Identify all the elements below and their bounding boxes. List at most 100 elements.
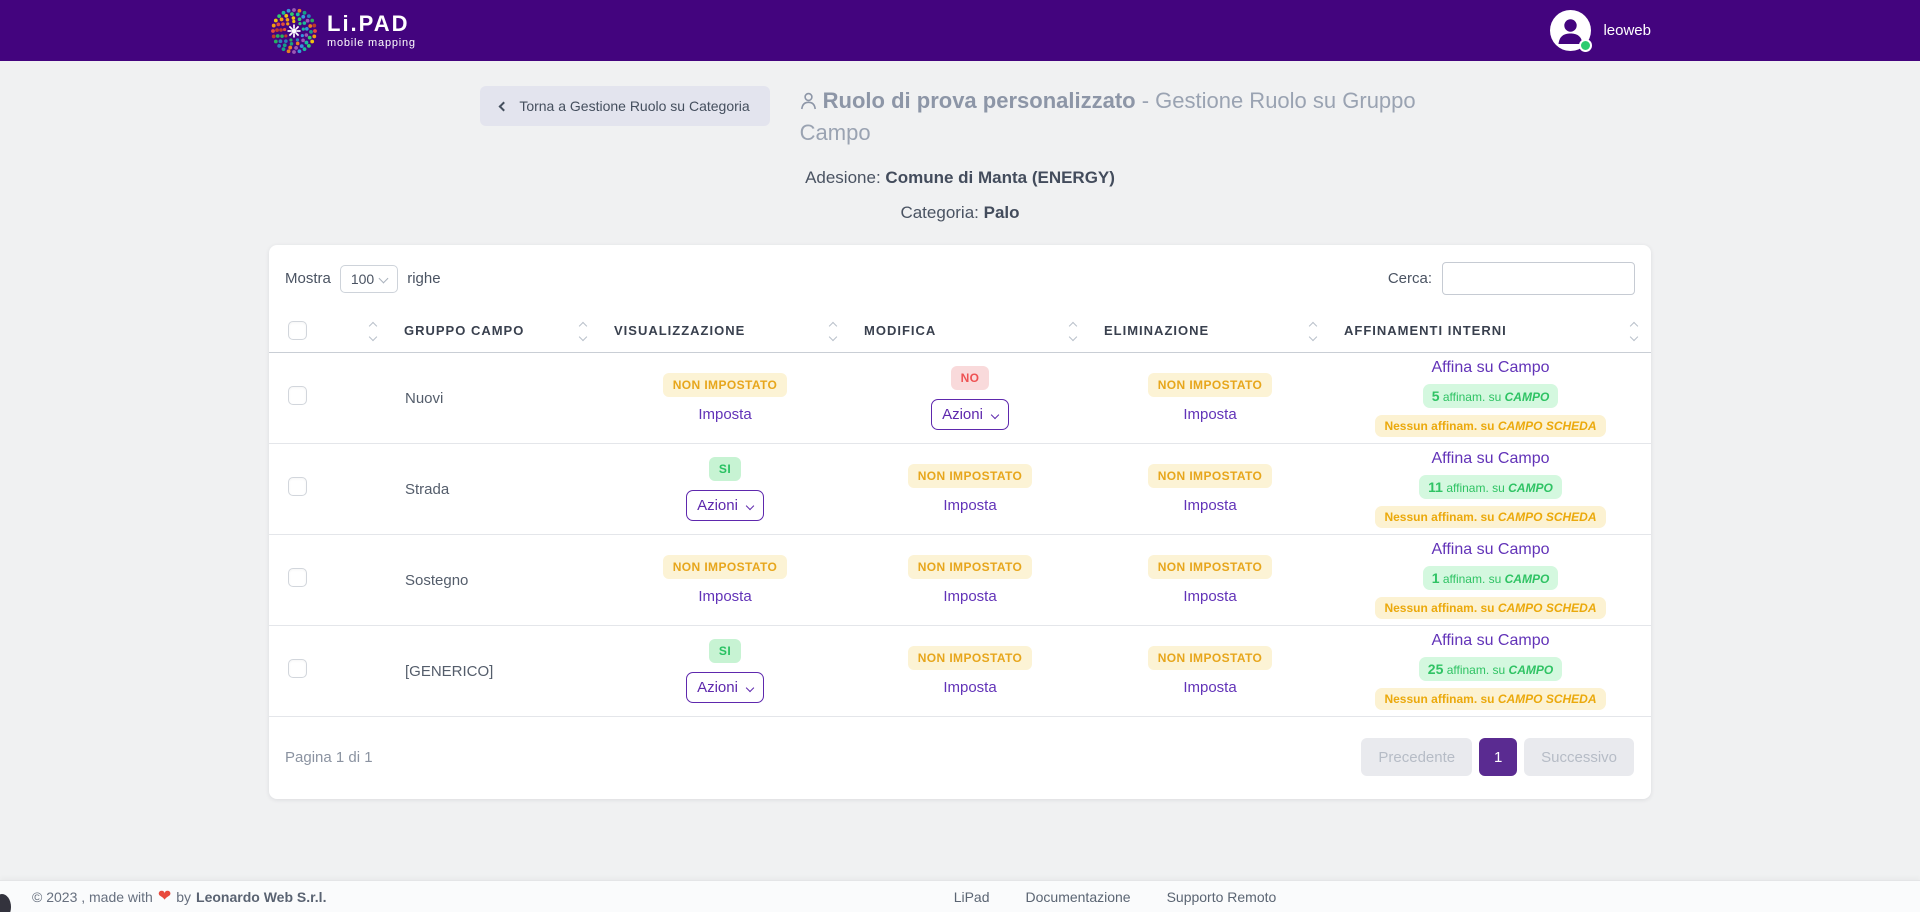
- page-title-row: Torna a Gestione Ruolo su Categoria Ruol…: [0, 86, 1920, 147]
- imposta-link[interactable]: Imposta: [1183, 497, 1236, 514]
- lipad-logo-icon: [269, 6, 319, 56]
- visualizzazione-badge: SI: [709, 639, 741, 663]
- modifica-badge: NON IMPOSTATO: [908, 555, 1033, 579]
- footer-link-supporto-remoto[interactable]: Supporto Remoto: [1167, 889, 1277, 905]
- row-checkbox[interactable]: [288, 659, 307, 678]
- footer-link-lipad[interactable]: LiPad: [954, 889, 990, 905]
- campo-scheda-badge: Nessun affinam. su CAMPO SCHEDA: [1375, 415, 1605, 437]
- footer-links: LiPad Documentazione Supporto Remoto: [954, 889, 1277, 905]
- gruppo-campo-name: Strada: [390, 444, 600, 535]
- imposta-link[interactable]: Imposta: [1183, 679, 1236, 696]
- imposta-link[interactable]: Imposta: [943, 588, 996, 605]
- sort-control[interactable]: [1070, 321, 1076, 340]
- gruppo-campo-name: Nuovi: [390, 353, 600, 444]
- footer-link-documentazione[interactable]: Documentazione: [1026, 889, 1131, 905]
- affina-su-campo-link[interactable]: Affina su Campo: [1432, 450, 1550, 468]
- imposta-link[interactable]: Imposta: [1183, 588, 1236, 605]
- table-row: Nuovi NON IMPOSTATO Imposta NO Azioni NO…: [269, 353, 1651, 444]
- show-label: Mostra: [285, 270, 331, 287]
- categoria-line: Categoria: Palo: [0, 203, 1920, 223]
- page-info: Pagina 1 di 1: [285, 749, 373, 766]
- row-checkbox[interactable]: [288, 568, 307, 587]
- row-checkbox[interactable]: [288, 477, 307, 496]
- campo-count-badge: 5 affinam. su CAMPO: [1423, 384, 1559, 408]
- imposta-link[interactable]: Imposta: [698, 588, 751, 605]
- imposta-link[interactable]: Imposta: [1183, 406, 1236, 423]
- sort-control[interactable]: [1310, 321, 1316, 340]
- affina-su-campo-link[interactable]: Affina su Campo: [1432, 359, 1550, 377]
- azioni-select[interactable]: Azioni: [686, 672, 764, 703]
- lipad-logo[interactable]: Li.PAD mobile mapping: [269, 6, 416, 56]
- company-name: Leonardo Web S.r.l.: [196, 889, 326, 905]
- rows-per-page-select[interactable]: 100: [340, 265, 398, 293]
- page-title: Ruolo di prova personalizzato - Gestione…: [800, 86, 1440, 147]
- visualizzazione-badge: SI: [709, 457, 741, 481]
- username: leoweb: [1603, 22, 1651, 39]
- logo-subtitle: mobile mapping: [327, 38, 416, 49]
- categoria-value: Palo: [984, 203, 1020, 222]
- campo-scheda-badge: Nessun affinam. su CAMPO SCHEDA: [1375, 506, 1605, 528]
- azioni-select[interactable]: Azioni: [686, 490, 764, 521]
- table-row: Sostegno NON IMPOSTATO Imposta NON IMPOS…: [269, 535, 1651, 626]
- footer: © 2023 , made with ❤ by Leonardo Web S.r…: [0, 880, 1920, 912]
- pagination: Pagina 1 di 1 Precedente 1 Successivo: [269, 717, 1651, 799]
- rows-per-page-value: 100: [351, 271, 374, 287]
- imposta-link[interactable]: Imposta: [943, 497, 996, 514]
- app-header: Li.PAD mobile mapping leoweb: [0, 0, 1920, 61]
- affina-su-campo-link[interactable]: Affina su Campo: [1432, 541, 1550, 559]
- col-eliminazione[interactable]: ELIMINAZIONE: [1104, 323, 1209, 338]
- back-button-label: Torna a Gestione Ruolo su Categoria: [519, 98, 749, 114]
- back-button[interactable]: Torna a Gestione Ruolo su Categoria: [480, 86, 769, 126]
- logo-title: Li.PAD: [327, 13, 416, 35]
- chevron-down-icon: [746, 684, 754, 692]
- eliminazione-badge: NON IMPOSTATO: [1148, 464, 1273, 488]
- visualizzazione-badge: NON IMPOSTATO: [663, 555, 788, 579]
- col-gruppo-campo[interactable]: GRUPPO CAMPO: [404, 323, 524, 338]
- visualizzazione-badge: NON IMPOSTATO: [663, 373, 788, 397]
- gruppo-campo-name: Sostegno: [390, 535, 600, 626]
- col-modifica[interactable]: MODIFICA: [864, 323, 936, 338]
- user-menu[interactable]: leoweb: [1550, 10, 1651, 51]
- campo-count-badge: 11 affinam. su CAMPO: [1419, 475, 1562, 499]
- chevron-down-icon: [379, 274, 389, 284]
- chevron-down-icon: [991, 411, 999, 419]
- campo-count-badge: 25 affinam. su CAMPO: [1419, 657, 1562, 681]
- select-all-checkbox[interactable]: [288, 321, 307, 340]
- gruppo-campo-name: [GENERICO]: [390, 626, 600, 717]
- person-outline-icon: [800, 88, 817, 118]
- adesione-line: Adesione: Comune di Manta (ENERGY): [0, 168, 1920, 188]
- chevron-down-icon: [746, 502, 754, 510]
- col-affinamenti-interni[interactable]: AFFINAMENTI INTERNI: [1344, 323, 1507, 338]
- sort-control[interactable]: [580, 321, 586, 340]
- azioni-select[interactable]: Azioni: [931, 399, 1009, 430]
- table-header-row: GRUPPO CAMPO VISUALIZZAZIONE MODIFICA EL…: [269, 311, 1651, 353]
- role-name: Ruolo di prova personalizzato: [823, 88, 1136, 113]
- imposta-link[interactable]: Imposta: [698, 406, 751, 423]
- previous-page-button[interactable]: Precedente: [1361, 738, 1472, 776]
- next-page-button[interactable]: Successivo: [1524, 738, 1634, 776]
- sort-control[interactable]: [370, 321, 376, 340]
- user-avatar[interactable]: [1550, 10, 1591, 51]
- categoria-label: Categoria:: [900, 203, 978, 222]
- imposta-link[interactable]: Imposta: [943, 679, 996, 696]
- table-row: Strada SI Azioni NON IMPOSTATO Imposta N…: [269, 444, 1651, 535]
- sort-control[interactable]: [830, 321, 836, 340]
- modifica-badge: NON IMPOSTATO: [908, 464, 1033, 488]
- table-controls: Mostra 100 righe Cerca:: [269, 262, 1651, 295]
- search-input[interactable]: [1442, 262, 1635, 295]
- current-page-button[interactable]: 1: [1479, 738, 1517, 776]
- row-checkbox[interactable]: [288, 386, 307, 405]
- table-row: [GENERICO] SI Azioni NON IMPOSTATO Impos…: [269, 626, 1651, 717]
- eliminazione-badge: NON IMPOSTATO: [1148, 373, 1273, 397]
- affina-su-campo-link[interactable]: Affina su Campo: [1432, 632, 1550, 650]
- col-visualizzazione[interactable]: VISUALIZZAZIONE: [614, 323, 745, 338]
- chevron-left-icon: [499, 101, 509, 111]
- adesione-value: Comune di Manta (ENERGY): [885, 168, 1115, 187]
- adesione-label: Adesione:: [805, 168, 881, 187]
- search-label: Cerca:: [1388, 270, 1432, 287]
- campo-scheda-badge: Nessun affinam. su CAMPO SCHEDA: [1375, 688, 1605, 710]
- rows-label: righe: [407, 270, 440, 287]
- eliminazione-badge: NON IMPOSTATO: [1148, 555, 1273, 579]
- campo-scheda-badge: Nessun affinam. su CAMPO SCHEDA: [1375, 597, 1605, 619]
- sort-control[interactable]: [1631, 321, 1637, 340]
